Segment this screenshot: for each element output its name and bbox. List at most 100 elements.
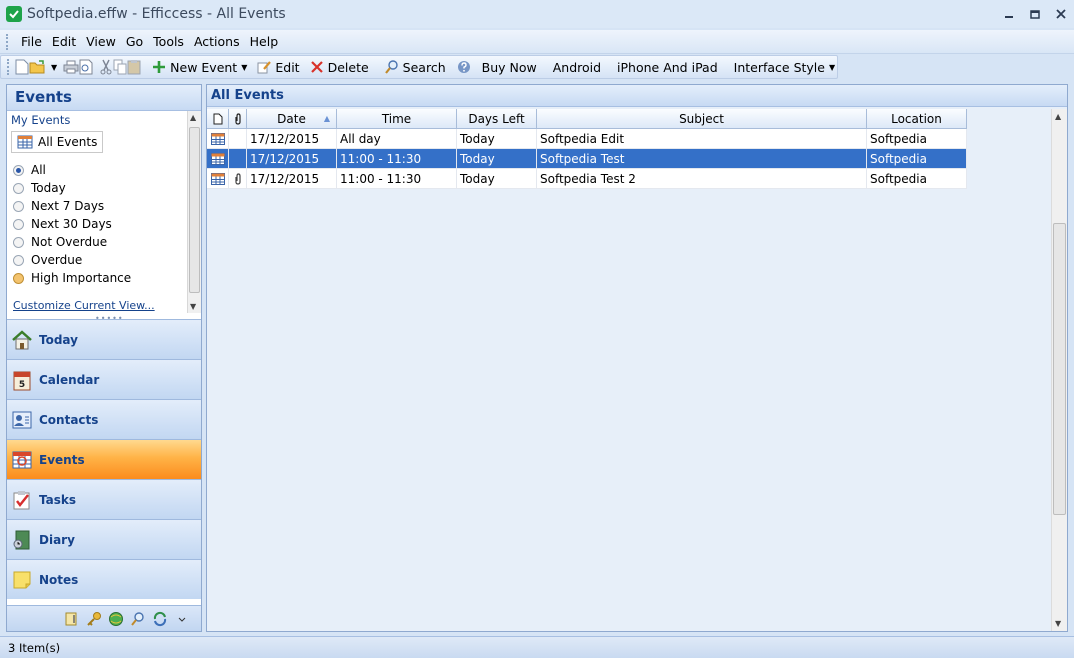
column-header-label: Time [381, 111, 412, 126]
column-header-label: Days Left [468, 111, 525, 126]
nav-contacts-button[interactable]: Contacts [7, 399, 201, 439]
edit-button[interactable]: Edit [252, 56, 304, 78]
help-button[interactable] [457, 56, 471, 78]
configure-buttons-menu[interactable] [171, 609, 193, 629]
new-event-button[interactable]: New Event ▼ [147, 56, 252, 78]
new-event-label: New Event [170, 59, 238, 75]
open-file-button[interactable] [29, 56, 47, 78]
event-type-cell [207, 169, 229, 189]
scrollbar-thumb[interactable] [1053, 223, 1066, 515]
radio-icon[interactable] [13, 182, 24, 194]
column-header-time[interactable]: Time [337, 109, 457, 129]
days-left-cell: Today [457, 169, 537, 189]
menu-edit[interactable]: Edit [47, 34, 81, 49]
filter-label: Not Overdue [31, 235, 108, 249]
column-header-attachment[interactable] [229, 109, 247, 129]
date-cell: 17/12/2015 [247, 149, 337, 169]
nav-today-button[interactable]: Today [7, 319, 201, 359]
scroll-down-arrow[interactable]: ▼ [190, 302, 196, 311]
nav-tasks-button[interactable]: Tasks [7, 479, 201, 519]
open-dropdown-arrow[interactable]: ▼ [51, 63, 57, 72]
radio-icon[interactable] [13, 254, 24, 266]
filter-today[interactable]: Today [13, 179, 131, 197]
scroll-up-arrow[interactable]: ▲ [1055, 112, 1061, 121]
navigation-pane: Events My Events ▲ ▼ All Events All Toda… [6, 84, 202, 632]
sort-ascending-icon: ▲ [323, 114, 330, 123]
nav-diary-button[interactable]: Diary [7, 519, 201, 559]
column-header-type[interactable] [207, 109, 229, 129]
column-header-date[interactable]: Date ▲ [247, 109, 337, 129]
filter-all[interactable]: All [13, 161, 131, 179]
nav-label: Today [39, 332, 78, 347]
radio-icon[interactable] [13, 218, 24, 230]
column-header-label: Subject [679, 111, 724, 126]
print-button[interactable] [63, 56, 79, 78]
menu-help[interactable]: Help [245, 34, 284, 49]
nav-label: Tasks [39, 492, 77, 507]
scroll-up-arrow[interactable]: ▲ [190, 113, 196, 122]
list-vertical-scrollbar[interactable]: ▲ ▼ [1051, 109, 1067, 631]
menu-go[interactable]: Go [121, 34, 148, 49]
android-button[interactable]: Android [548, 56, 606, 78]
iphone-ipad-button[interactable]: iPhone And iPad [612, 56, 723, 78]
menu-bar: File Edit View Go Tools Actions Help [0, 30, 1074, 54]
column-header-subject[interactable]: Subject [537, 109, 867, 129]
calendar-icon: 5 [13, 371, 31, 390]
radio-checked-icon[interactable] [13, 164, 24, 176]
close-button[interactable] [1048, 0, 1074, 28]
table-row[interactable]: 17/12/2015 All day Today Softpedia Edit … [207, 129, 967, 149]
location-cell: Softpedia [867, 169, 967, 189]
radio-icon[interactable] [13, 200, 24, 212]
table-row-selected[interactable]: 17/12/2015 11:00 - 11:30 Today Softpedia… [207, 149, 967, 169]
shortcut-password-button[interactable] [83, 609, 105, 629]
minimize-button[interactable] [996, 0, 1022, 28]
chevron-down-icon [178, 617, 186, 622]
interface-style-button[interactable]: Interface Style ▼ [729, 56, 841, 78]
radio-icon[interactable] [13, 272, 24, 284]
menu-tools[interactable]: Tools [148, 34, 189, 49]
new-file-button[interactable] [15, 56, 29, 78]
event-grid-icon [210, 172, 225, 185]
menu-actions[interactable]: Actions [189, 34, 245, 49]
nav-pane-scrollbar[interactable]: ▲ ▼ [187, 111, 201, 313]
filter-high-importance[interactable]: High Importance [13, 269, 131, 287]
customize-current-view-link[interactable]: Customize Current View... [13, 299, 155, 312]
radio-icon[interactable] [13, 236, 24, 248]
nav-calendar-button[interactable]: 5 Calendar [7, 359, 201, 399]
shortcut-sync-button[interactable] [149, 609, 171, 629]
restore-button[interactable] [1022, 0, 1048, 28]
nav-notes-button[interactable]: Notes [7, 559, 201, 599]
new-event-dropdown-arrow[interactable]: ▼ [241, 63, 247, 72]
scrollbar-thumb[interactable] [189, 127, 200, 293]
shortcut-web-button[interactable] [105, 609, 127, 629]
search-button[interactable]: Search [380, 56, 451, 78]
column-header-days-left[interactable]: Days Left [457, 109, 537, 129]
notes-icon [13, 571, 31, 588]
current-view-all-events[interactable]: All Events [11, 131, 104, 153]
filter-overdue[interactable]: Overdue [13, 251, 131, 269]
nav-label: Events [39, 452, 85, 467]
date-cell: 17/12/2015 [247, 169, 337, 189]
window-title: Softpedia.effw - Efficcess - All Events [27, 6, 286, 22]
cut-button[interactable] [99, 56, 113, 78]
nav-events-button[interactable]: Events [7, 439, 201, 479]
filter-not-overdue[interactable]: Not Overdue [13, 233, 131, 251]
subject-cell: Softpedia Test [537, 149, 867, 169]
filter-next-7-days[interactable]: Next 7 Days [13, 197, 131, 215]
print-preview-button[interactable] [79, 56, 93, 78]
copy-button[interactable] [113, 56, 127, 78]
event-type-cell [207, 129, 229, 149]
shortcut-search-button[interactable] [127, 609, 149, 629]
shortcut-attachments-button[interactable] [61, 609, 83, 629]
buy-now-button[interactable]: Buy Now [477, 56, 542, 78]
filter-next-30-days[interactable]: Next 30 Days [13, 215, 131, 233]
paste-button[interactable] [127, 56, 141, 78]
delete-button[interactable]: Delete [305, 56, 374, 78]
menu-view[interactable]: View [81, 34, 121, 49]
menu-file[interactable]: File [16, 34, 47, 49]
table-row[interactable]: 17/12/2015 11:00 - 11:30 Today Softpedia… [207, 169, 967, 189]
menu-grip [6, 33, 10, 50]
nav-shortcut-bar [7, 605, 201, 631]
column-header-location[interactable]: Location [867, 109, 967, 129]
scroll-down-arrow[interactable]: ▼ [1055, 619, 1061, 628]
